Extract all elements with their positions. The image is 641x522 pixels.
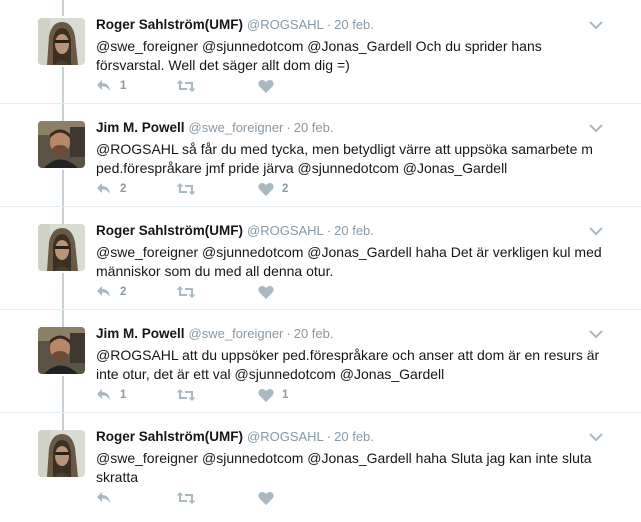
- author-handle[interactable]: @ROGSAHL: [247, 17, 324, 32]
- more-options-chevron-down-icon[interactable]: [588, 224, 604, 236]
- tweet-actions: 2: [96, 283, 396, 301]
- tweet-header: Roger Sahlström(UMF) @ROGSAHL · 20 feb.: [96, 429, 374, 444]
- author-handle[interactable]: @ROGSAHL: [247, 223, 324, 238]
- tweet-text: @swe_foreigner @sjunnedotcom @Jonas_Gard…: [96, 450, 592, 485]
- reply-button[interactable]: 2: [96, 283, 126, 301]
- tweet-date[interactable]: 20 feb.: [294, 326, 334, 341]
- retweet-button[interactable]: [176, 180, 204, 198]
- like-button[interactable]: 1: [258, 386, 288, 404]
- more-options-chevron-down-icon[interactable]: [588, 121, 604, 133]
- reply-count: 2: [120, 286, 127, 298]
- tweet[interactable]: Jim M. Powell @swe_foreigner · 20 feb. @ROGS…: [0, 103, 641, 207]
- heart-icon: [258, 491, 274, 506]
- tweet-actions: 22: [96, 180, 396, 198]
- reply-icon: [96, 491, 112, 505]
- tweet-header: Jim M. Powell @swe_foreigner · 20 feb.: [96, 120, 334, 135]
- like-button[interactable]: [258, 77, 282, 95]
- tweet[interactable]: Roger Sahlström(UMF) @ROGSAHL · 20 feb. @swe…: [0, 412, 641, 515]
- heart-icon: [258, 182, 274, 197]
- author-handle[interactable]: @ROGSAHL: [247, 429, 324, 444]
- tweet-actions: 1: [96, 77, 396, 95]
- tweet-actions: [96, 489, 396, 507]
- avatar[interactable]: [38, 121, 85, 168]
- tweet-header: Roger Sahlström(UMF) @ROGSAHL · 20 feb.: [96, 17, 374, 32]
- tweet-text: @swe_foreigner @sjunnedotcom @Jonas_Gard…: [96, 244, 602, 279]
- author-name[interactable]: Roger Sahlström(UMF): [96, 17, 243, 32]
- reply-count: 1: [120, 389, 127, 401]
- separator-dot: ·: [286, 120, 291, 135]
- author-name[interactable]: Roger Sahlström(UMF): [96, 223, 243, 238]
- tweet[interactable]: Roger Sahlström(UMF) @ROGSAHL · 20 feb. @swe…: [0, 206, 641, 310]
- avatar[interactable]: [38, 327, 85, 374]
- conversation-thread: Roger Sahlström(UMF) @ROGSAHL · 20 feb. @swe…: [0, 0, 641, 522]
- tweet-text: @ROGSAHL att du uppsöker ped.förespråkar…: [96, 347, 600, 382]
- reply-icon: [96, 388, 112, 402]
- author-handle[interactable]: @swe_foreigner: [189, 120, 284, 135]
- separator-dot: ·: [326, 17, 332, 32]
- tweet-actions: 11: [96, 386, 396, 404]
- retweet-button[interactable]: [176, 283, 204, 301]
- retweet-icon: [176, 79, 196, 93]
- like-button[interactable]: [258, 489, 282, 507]
- reply-button[interactable]: 1: [96, 77, 126, 95]
- author-handle[interactable]: @swe_foreigner: [189, 326, 284, 341]
- retweet-icon: [176, 285, 196, 299]
- tweet-date[interactable]: 20 feb.: [334, 17, 374, 32]
- retweet-icon: [176, 388, 196, 402]
- more-options-chevron-down-icon[interactable]: [588, 327, 604, 339]
- author-name[interactable]: Jim M. Powell: [96, 120, 185, 135]
- tweet-text: @ROGSAHL så får du med tycka, men betydl…: [96, 141, 593, 176]
- author-name[interactable]: Roger Sahlström(UMF): [96, 429, 243, 444]
- reply-icon: [96, 285, 112, 299]
- separator-dot: ·: [326, 223, 332, 238]
- reply-button[interactable]: 2: [96, 180, 126, 198]
- more-options-chevron-down-icon[interactable]: [588, 430, 604, 442]
- tweet-text: @swe_foreigner @sjunnedotcom @Jonas_Gard…: [96, 38, 542, 73]
- author-name[interactable]: Jim M. Powell: [96, 326, 185, 341]
- retweet-icon: [176, 182, 196, 196]
- reply-icon: [96, 79, 112, 93]
- tweet-header: Roger Sahlström(UMF) @ROGSAHL · 20 feb.: [96, 223, 374, 238]
- reply-count: 2: [120, 183, 127, 195]
- retweet-button[interactable]: [176, 77, 204, 95]
- tweet-date[interactable]: 20 feb.: [294, 120, 334, 135]
- heart-icon: [258, 388, 274, 403]
- like-count: 2: [282, 183, 289, 195]
- reply-icon: [96, 182, 112, 196]
- retweet-button[interactable]: [176, 489, 204, 507]
- tweet[interactable]: Roger Sahlström(UMF) @ROGSAHL · 20 feb. @swe…: [0, 0, 641, 104]
- tweet-date[interactable]: 20 feb.: [334, 223, 374, 238]
- separator-dot: ·: [286, 326, 291, 341]
- heart-icon: [258, 79, 274, 94]
- retweet-icon: [176, 491, 196, 505]
- more-options-chevron-down-icon[interactable]: [588, 18, 604, 30]
- tweet[interactable]: Jim M. Powell @swe_foreigner · 20 feb. @ROGS…: [0, 309, 641, 413]
- retweet-button[interactable]: [176, 386, 204, 404]
- like-count: 1: [282, 389, 289, 401]
- separator-dot: ·: [326, 429, 332, 444]
- avatar[interactable]: [38, 224, 85, 271]
- avatar[interactable]: [38, 18, 85, 65]
- like-button[interactable]: 2: [258, 180, 288, 198]
- reply-count: 1: [120, 80, 127, 92]
- tweet-date[interactable]: 20 feb.: [334, 429, 374, 444]
- avatar[interactable]: [38, 430, 85, 477]
- reply-button[interactable]: [96, 489, 120, 507]
- reply-button[interactable]: 1: [96, 386, 126, 404]
- heart-icon: [258, 285, 274, 300]
- tweet-header: Jim M. Powell @swe_foreigner · 20 feb.: [96, 326, 334, 341]
- like-button[interactable]: [258, 283, 282, 301]
